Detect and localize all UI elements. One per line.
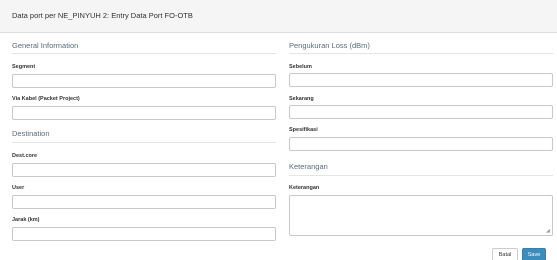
destination-divider [12,142,276,143]
user-label: User [12,185,25,191]
pengukuran-loss-title: Pengukuran Loss (dBm) [289,41,370,50]
destination-title: Destination [12,129,50,138]
jarak-label: Jarak (km) [12,217,40,223]
pengukuran-loss-divider [289,53,553,54]
via-kabel-label: Via Kabel (Packet Project) [12,96,80,102]
keterangan-label: Keterangan [289,185,320,191]
panel-title: Data port per NE_PINYUH 2: Entry Data Po… [12,11,193,20]
user-input[interactable] [12,195,276,209]
segment-input[interactable] [12,74,276,88]
sekarang-label: Sekarang [289,96,314,102]
sebelum-label: Sebelum [289,64,312,70]
dest-core-input[interactable] [12,163,276,177]
sebelum-input[interactable] [289,73,553,87]
via-kabel-input[interactable] [12,106,276,120]
cancel-button[interactable]: Batal [492,248,518,260]
keterangan-textarea[interactable] [289,195,553,236]
panel-header: Data port per NE_PINYUH 2: Entry Data Po… [0,0,557,33]
sekarang-input[interactable] [289,105,553,119]
segment-label: Segment [12,64,36,70]
keterangan-divider [289,175,553,176]
jarak-input[interactable] [12,227,276,241]
keterangan-title: Keterangan [289,162,328,171]
resize-grip-icon[interactable]: ◢ [546,229,551,234]
spesifikasi-label: Spesifikasi [289,127,318,133]
spesifikasi-input[interactable] [289,137,553,151]
entry-data-port-panel: Data port per NE_PINYUH 2: Entry Data Po… [0,0,557,260]
general-information-title: General Information [12,41,79,50]
save-button[interactable]: Save [522,248,546,260]
general-information-divider [12,53,276,54]
dest-core-label: Dest.core [12,153,38,159]
